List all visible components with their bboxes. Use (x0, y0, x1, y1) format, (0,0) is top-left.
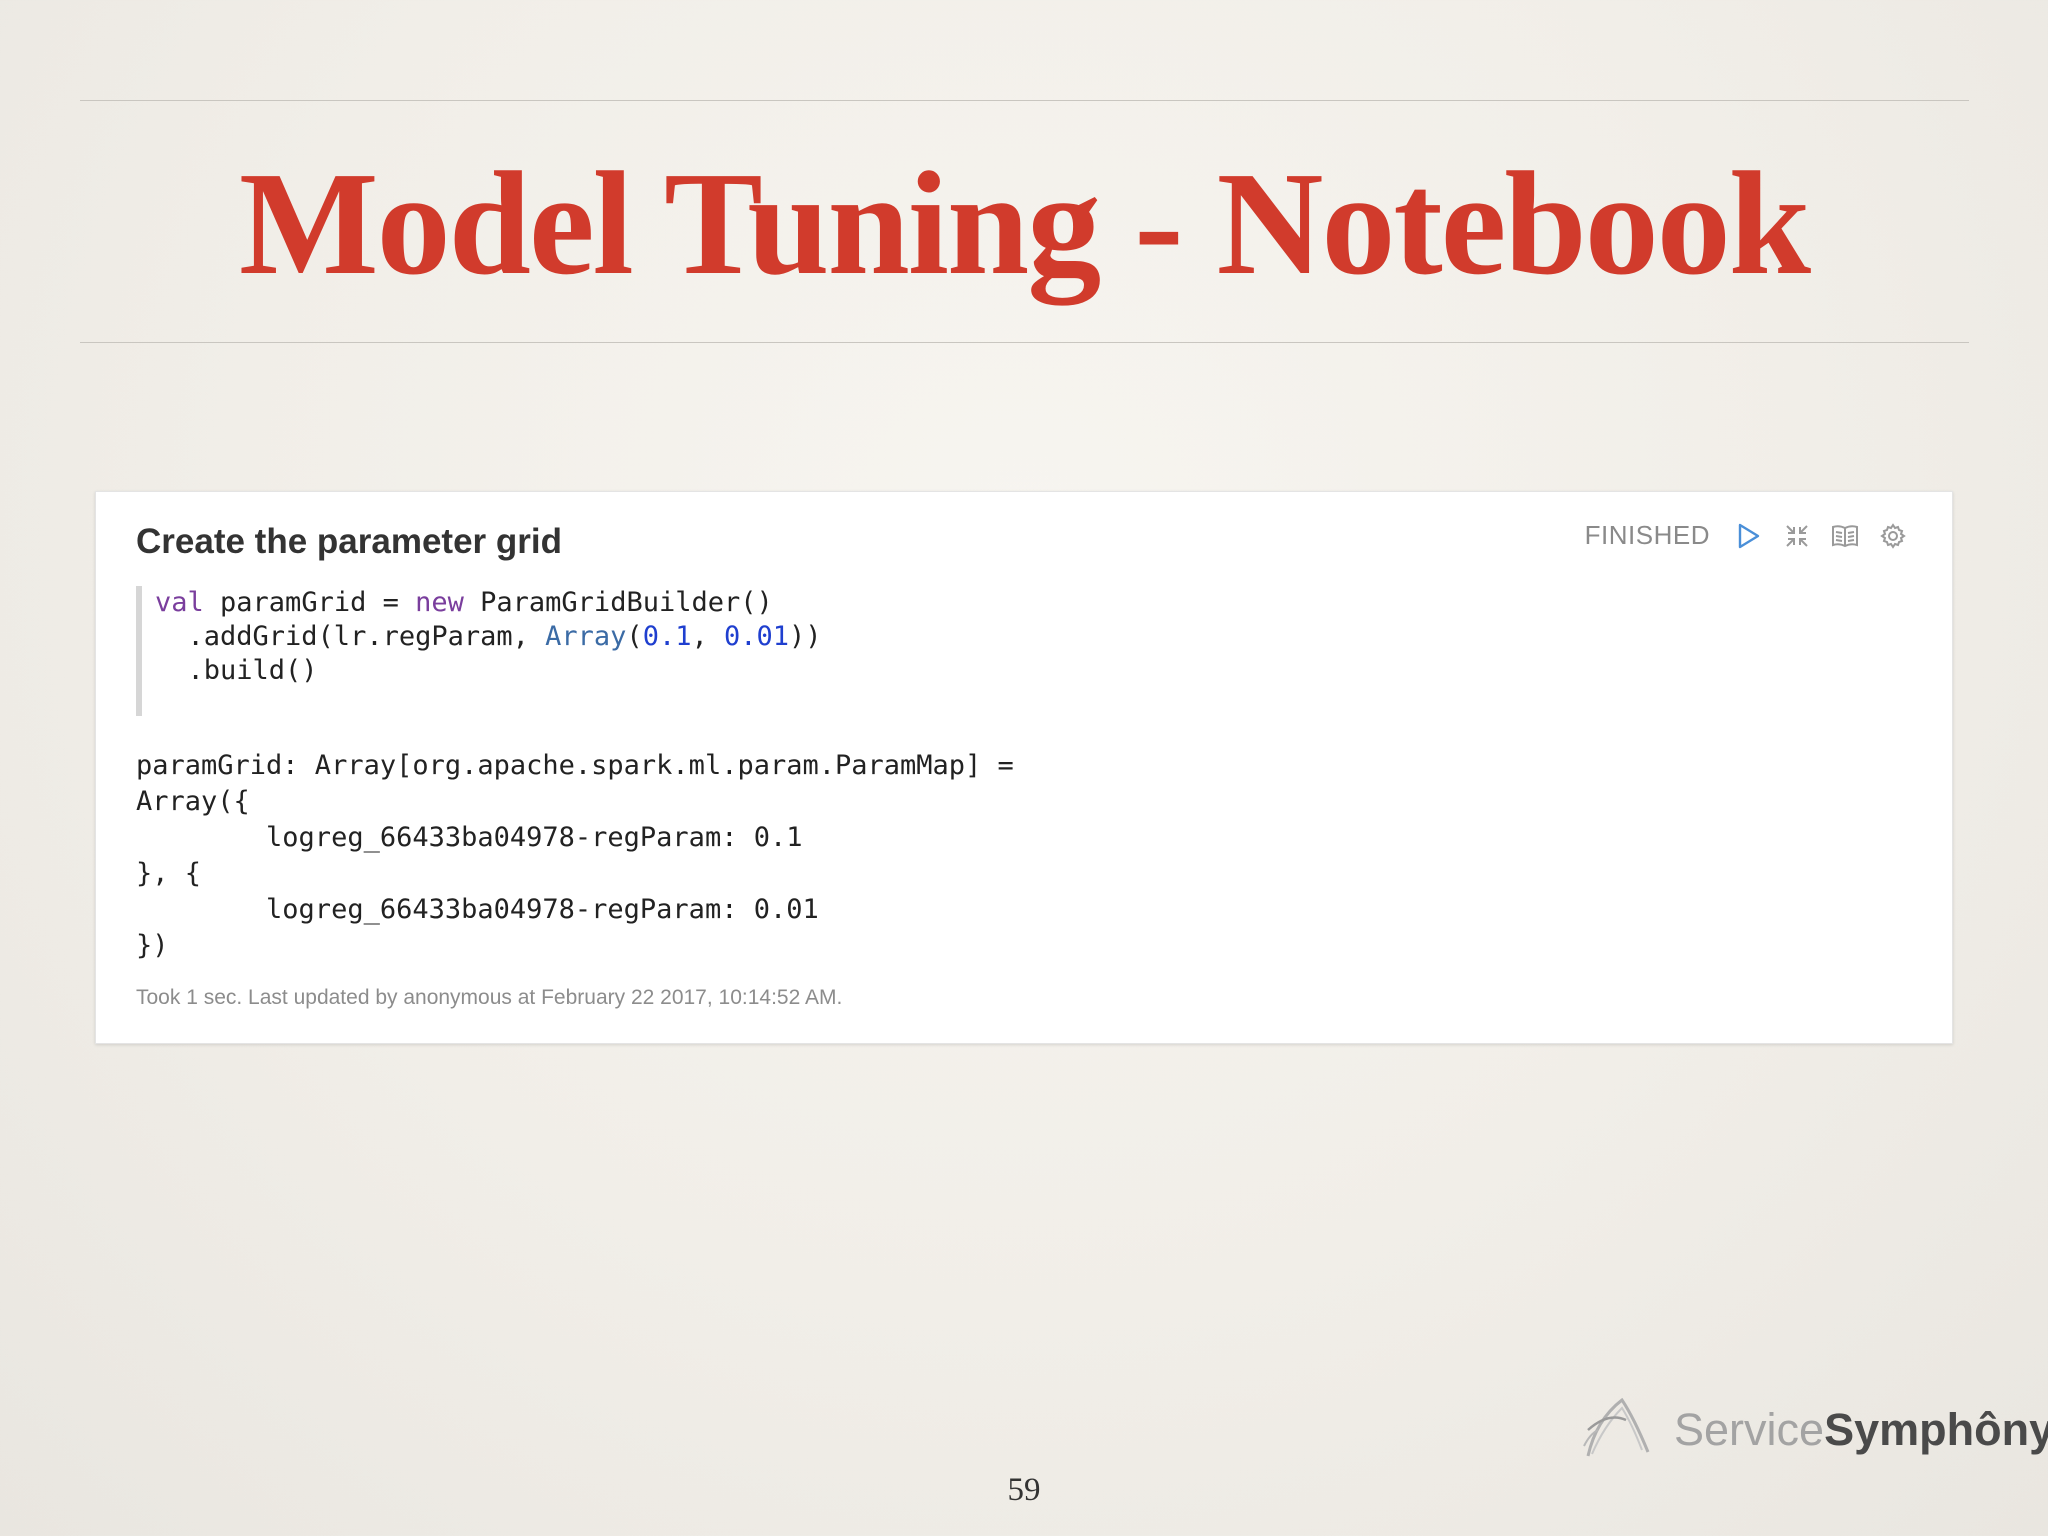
code-text: .build() (155, 655, 318, 686)
code-text: paramGrid = (203, 587, 416, 618)
code-text: ( (626, 621, 643, 652)
brand-mark-icon (1582, 1390, 1656, 1469)
output-line: }) (136, 930, 169, 961)
code-line: .addGrid(lr.regParam, Array(0.1, 0.01)) (155, 620, 1036, 654)
run-icon[interactable] (1734, 521, 1764, 551)
bottom-divider (80, 342, 1969, 343)
paragraph-footer: Took 1 sec. Last updated by anonymous at… (136, 986, 843, 1009)
code-type: Array (545, 621, 627, 652)
brand-name: ServiceSymphôny (1674, 1404, 2048, 1456)
output-line: logreg_66433ba04978-regParam: 0.1 (136, 822, 803, 853)
paragraph-title[interactable]: Create the parameter grid (136, 522, 562, 562)
collapse-icon[interactable] (1782, 521, 1812, 551)
code-number: 0.1 (642, 621, 692, 652)
page-number: 59 (1007, 1472, 1041, 1508)
output-line: }, { (136, 858, 202, 889)
code-number: 0.01 (723, 621, 790, 652)
code-keyword: val (155, 587, 204, 618)
code-editor[interactable]: val paramGrid = new ParamGridBuilder() .… (136, 586, 1036, 716)
code-line: val paramGrid = new ParamGridBuilder() (155, 586, 1036, 620)
top-divider (80, 100, 1969, 101)
code-text: )) (789, 621, 822, 652)
code-text: .addGrid(lr.regParam, (155, 621, 546, 652)
output-line: Array({ (136, 786, 250, 817)
brand-logo: ServiceSymphôny (1582, 1390, 2048, 1469)
output-line: logreg_66433ba04978-regParam: 0.01 (136, 894, 819, 925)
book-icon[interactable] (1830, 521, 1860, 551)
output-line: paramGrid: Array[org.apache.spark.ml.par… (136, 750, 1014, 781)
slide-title: Model Tuning - Notebook (238, 142, 1811, 306)
brand-name-light: Service (1674, 1403, 1825, 1455)
gear-icon[interactable] (1878, 521, 1908, 551)
code-keyword: new (415, 587, 464, 618)
paragraph-output: paramGrid: Array[org.apache.spark.ml.par… (136, 748, 1536, 964)
code-text: , (691, 621, 724, 652)
code-text: ParamGridBuilder() (463, 587, 773, 618)
notebook-paragraph: Create the parameter grid FINISHED val p… (95, 491, 1953, 1044)
paragraph-controls: FINISHED (1585, 520, 1908, 551)
brand-name-bold: Symphôny (1824, 1403, 2048, 1455)
status-label: FINISHED (1584, 520, 1710, 550)
code-line: .build() (155, 654, 1036, 688)
